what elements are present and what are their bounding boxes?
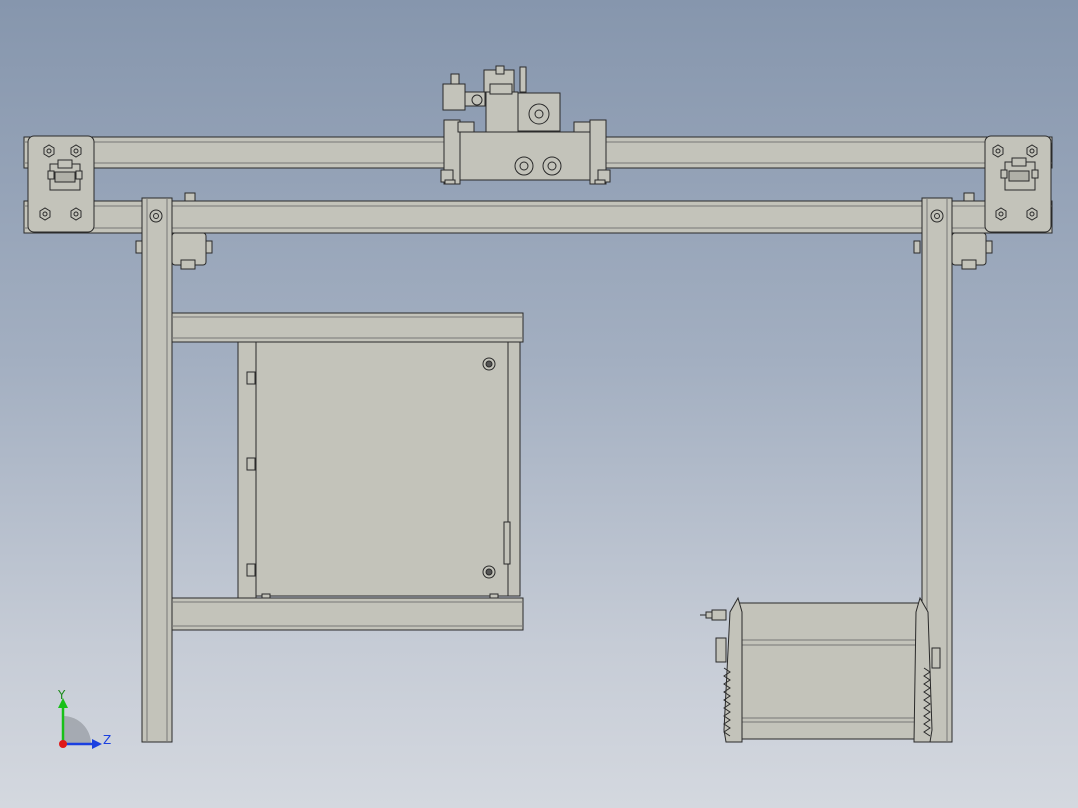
left-vertical-leg — [141, 197, 173, 743]
assembly-drawing — [23, 65, 1053, 749]
electrical-cabinet — [237, 341, 521, 599]
actuator-unit — [700, 596, 941, 743]
x-axis-point — [59, 740, 67, 748]
y-axis-label: Y — [58, 688, 66, 702]
coordinate-triad — [58, 698, 102, 749]
lower-rail — [23, 200, 1053, 234]
z-axis-label: Z — [103, 733, 112, 747]
right-clamp-block — [1000, 157, 1039, 191]
actuator-fitting — [700, 609, 727, 621]
cabinet-lock-bottom — [482, 565, 496, 579]
right-end-plate — [984, 135, 1052, 233]
cabinet-lock-top — [482, 357, 496, 371]
cad-viewport[interactable]: Y Z — [0, 0, 1078, 808]
left-clamp-block — [47, 159, 83, 191]
left-end-plate — [27, 135, 95, 233]
